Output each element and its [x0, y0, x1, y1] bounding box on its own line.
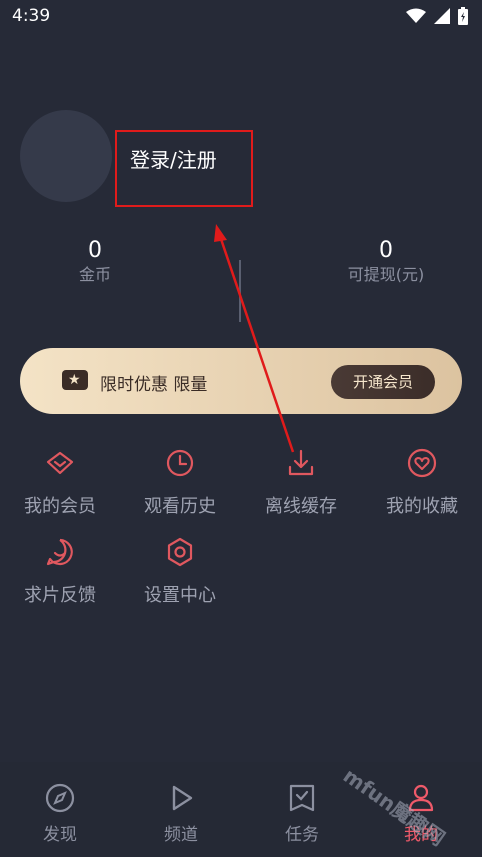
- compass-icon: [45, 783, 75, 813]
- avatar[interactable]: [20, 110, 112, 202]
- coins-value: 0: [88, 238, 102, 263]
- status-icons: [406, 7, 468, 25]
- vip-promo-text: 限时优惠 限量: [100, 375, 208, 395]
- ticket-icon: ★: [62, 370, 88, 390]
- vip-banner[interactable]: ★ 限时优惠 限量 开通会员: [20, 348, 462, 414]
- tab-label: 任务: [285, 825, 319, 845]
- heart-icon: [407, 448, 437, 478]
- tab-channels[interactable]: 频道: [141, 782, 221, 845]
- signal-icon: [434, 8, 450, 24]
- menu-item-offline-cache[interactable]: 离线缓存: [246, 448, 356, 518]
- withdrawable-stat[interactable]: 0 可提现(元): [326, 238, 446, 285]
- settings-icon: [167, 537, 193, 567]
- login-register-link[interactable]: 登录/注册: [130, 144, 217, 173]
- wifi-icon: [406, 8, 426, 23]
- withdrawable-value: 0: [379, 238, 393, 263]
- stats-divider: [239, 260, 241, 322]
- menu-label: 求片反馈: [24, 585, 96, 606]
- tab-discover[interactable]: 发现: [20, 782, 100, 845]
- task-icon: [289, 784, 315, 812]
- play-icon: [172, 785, 193, 811]
- menu-item-feedback[interactable]: 求片反馈: [5, 537, 115, 607]
- menu-item-settings[interactable]: 设置中心: [125, 537, 235, 607]
- tab-label: 频道: [164, 825, 198, 845]
- withdrawable-label: 可提现(元): [347, 265, 425, 284]
- clock-icon: [166, 449, 194, 477]
- menu-label: 我的会员: [24, 496, 96, 517]
- download-icon: [288, 449, 314, 476]
- menu-label: 设置中心: [144, 585, 216, 606]
- menu-label: 我的收藏: [386, 496, 458, 517]
- menu-label: 离线缓存: [265, 496, 337, 517]
- tab-label: 发现: [43, 825, 77, 845]
- diamond-icon: [46, 451, 74, 475]
- menu-item-my-vip[interactable]: 我的会员: [5, 448, 115, 518]
- coins-stat[interactable]: 0 金币: [45, 238, 145, 285]
- menu-label: 观看历史: [144, 496, 216, 517]
- feedback-icon: [46, 538, 73, 566]
- open-vip-button[interactable]: 开通会员: [331, 365, 435, 399]
- menu-item-favorites[interactable]: 我的收藏: [367, 448, 477, 518]
- coins-label: 金币: [78, 265, 111, 284]
- battery-icon: [458, 7, 468, 25]
- menu-item-history[interactable]: 观看历史: [125, 448, 235, 518]
- status-time: 4:39: [12, 6, 51, 26]
- tab-tasks[interactable]: 任务: [262, 782, 342, 845]
- status-bar: 4:39: [0, 0, 482, 34]
